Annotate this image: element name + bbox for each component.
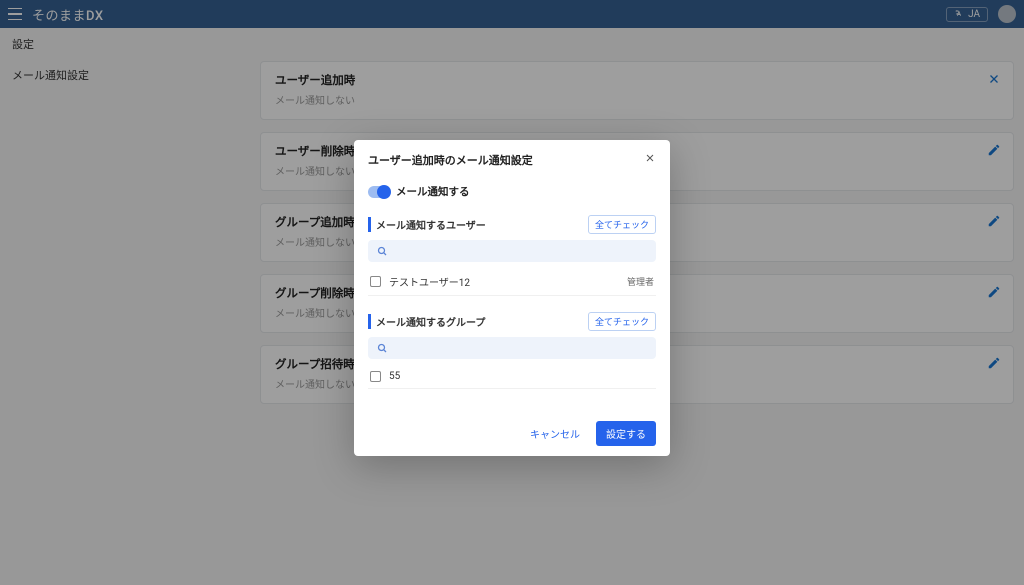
group-search-input[interactable] bbox=[368, 337, 656, 359]
user-row: テストユーザー12 管理者 bbox=[368, 268, 656, 296]
notify-toggle[interactable] bbox=[368, 186, 390, 198]
dialog-title: ユーザー追加時のメール通知設定 bbox=[368, 152, 533, 168]
notify-toggle-label: メール通知する bbox=[396, 184, 470, 199]
group-section-title: メール通知するグループ bbox=[368, 314, 485, 329]
group-checkbox[interactable] bbox=[370, 371, 381, 382]
close-icon[interactable] bbox=[644, 152, 656, 168]
group-name: 55 bbox=[389, 371, 654, 382]
dialog-mail-notify: ユーザー追加時のメール通知設定 メール通知する メール通知するユーザー 全てチェ… bbox=[354, 140, 670, 456]
user-name: テストユーザー12 bbox=[389, 274, 627, 289]
group-search-field[interactable] bbox=[394, 343, 648, 354]
user-section-title: メール通知するユーザー bbox=[368, 217, 486, 232]
check-all-users-button[interactable]: 全てチェック bbox=[588, 215, 656, 234]
user-search-input[interactable] bbox=[368, 240, 656, 262]
cancel-button[interactable]: キャンセル bbox=[522, 421, 588, 446]
search-icon bbox=[376, 342, 388, 354]
user-checkbox[interactable] bbox=[370, 276, 381, 287]
group-row: 55 bbox=[368, 365, 656, 389]
modal-overlay[interactable]: ユーザー追加時のメール通知設定 メール通知する メール通知するユーザー 全てチェ… bbox=[0, 0, 1024, 585]
check-all-groups-button[interactable]: 全てチェック bbox=[588, 312, 656, 331]
user-search-field[interactable] bbox=[394, 246, 648, 257]
user-role: 管理者 bbox=[627, 275, 654, 288]
search-icon bbox=[376, 245, 388, 257]
submit-button[interactable]: 設定する bbox=[596, 421, 656, 446]
